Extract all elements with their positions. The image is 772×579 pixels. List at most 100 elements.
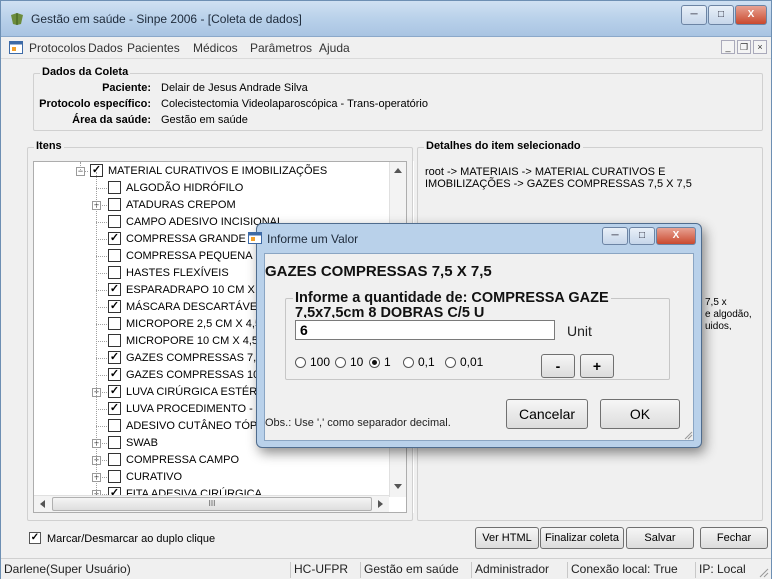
increment-button[interactable]: +	[580, 354, 614, 378]
tree-item-checkbox[interactable]: ✓	[108, 368, 121, 381]
menu-medicos[interactable]: Médicos	[193, 41, 238, 55]
mdi-close-button[interactable]: ×	[753, 40, 767, 54]
tree-guide-line	[80, 162, 81, 170]
tree-item-checkbox[interactable]	[108, 436, 121, 449]
tree-item-checkbox[interactable]: ✓	[108, 402, 121, 415]
dialog-resize-grip-icon[interactable]	[683, 430, 693, 440]
step-radio-3[interactable]	[403, 357, 414, 368]
quantity-input[interactable]	[295, 320, 555, 340]
tree-item-checkbox[interactable]: ✓	[108, 283, 121, 296]
tree-connector	[96, 307, 107, 308]
step-radio-label[interactable]: 0,01	[460, 355, 483, 369]
menu-protocolos[interactable]: Protocolos	[29, 41, 86, 55]
scroll-left-icon[interactable]	[40, 500, 45, 508]
tree-item-checkbox[interactable]	[108, 419, 121, 432]
scroll-right-icon[interactable]	[378, 500, 383, 508]
tree-item-label[interactable]: MATERIAL CURATIVOS E IMOBILIZAÇÕES	[108, 164, 327, 179]
tree-item-checkbox[interactable]	[108, 334, 121, 347]
scroll-up-icon[interactable]	[394, 168, 402, 173]
tree-item-checkbox[interactable]	[108, 198, 121, 211]
tree-item[interactable]: ALGODÃO HIDRÓFILO	[34, 180, 389, 197]
dialog-close-button[interactable]: X	[656, 227, 696, 245]
menu-parametros[interactable]: Parâmetros	[250, 41, 312, 55]
step-radio-4[interactable]	[445, 357, 456, 368]
tree-item-checkbox[interactable]	[108, 215, 121, 228]
dados-coleta-title: Dados da Coleta	[40, 66, 131, 78]
tree-connector	[96, 426, 107, 427]
unit-label: Unit	[567, 323, 592, 339]
ver-html-button[interactable]: Ver HTML	[475, 527, 539, 549]
ok-button[interactable]: OK	[600, 399, 680, 429]
tree-item-label[interactable]: HASTES FLEXÍVEIS	[126, 266, 229, 281]
tree-item-checkbox[interactable]	[108, 470, 121, 483]
step-radio-label[interactable]: 1	[384, 355, 391, 369]
tree-item-checkbox[interactable]: ✓	[108, 385, 121, 398]
tree-item-label[interactable]: MICROPORE 10 CM X 4,5 M	[126, 334, 270, 349]
tree-item-label[interactable]: GAZES COMPRESSAS 7,5 X	[126, 351, 273, 366]
tree-connector	[96, 256, 107, 257]
step-radio-1[interactable]	[335, 357, 346, 368]
tree-item-label[interactable]: COMPRESSA CAMPO	[126, 453, 239, 468]
paciente-value: Delair de Jesus Andrade Silva	[161, 82, 308, 94]
tree-item-label[interactable]: LUVA CIRÚRGICA ESTÉRIL	[126, 385, 266, 400]
tree-item-checkbox[interactable]: ✓	[108, 232, 121, 245]
tree-item-label[interactable]: CURATIVO	[126, 470, 182, 485]
tree-item-label[interactable]: ESPARADRAPO 10 CM X 4,	[126, 283, 267, 298]
step-radio-label[interactable]: 10	[350, 355, 363, 369]
detail-partial-2: e algodão,	[705, 309, 752, 320]
value-dialog: Informe um Valor ─ □ X GAZES COMPRESSAS …	[248, 223, 702, 448]
tree-connector	[96, 290, 107, 291]
mdi-minimize-button[interactable]: _	[721, 40, 735, 54]
dialog-minimize-button[interactable]: ─	[602, 227, 628, 245]
quantity-group-title-1: Informe a quantidade de: COMPRESSA GAZE	[293, 290, 611, 306]
mdi-restore-button[interactable]: ❐	[737, 40, 751, 54]
finalizar-coleta-button[interactable]: Finalizar coleta	[540, 527, 624, 549]
step-radio-label[interactable]: 100	[310, 355, 330, 369]
menu-dados[interactable]: Dados	[88, 41, 123, 55]
status-area: Gestão em saúde	[360, 562, 459, 578]
tree-item[interactable]: + ATADURAS CREPOM	[34, 197, 389, 214]
tree-horizontal-scrollbar[interactable]: III	[34, 495, 389, 512]
quantity-group-title-2: 7,5x7,5cm 8 DOBRAS C/5 U	[295, 306, 485, 318]
tree-item-checkbox[interactable]	[108, 181, 121, 194]
tree-item-label[interactable]: ADESIVO CUTÂNEO TÓPICO	[126, 419, 277, 434]
resize-grip-icon[interactable]	[758, 567, 769, 578]
tree-item-checkbox[interactable]	[108, 453, 121, 466]
scroll-down-icon[interactable]	[394, 484, 402, 489]
tree-item-label[interactable]: COMPRESSA PEQUENA	[126, 249, 253, 264]
fechar-button[interactable]: Fechar	[700, 527, 768, 549]
tree-item-checkbox[interactable]	[108, 266, 121, 279]
dblclick-checkbox[interactable]: ✓	[29, 532, 41, 544]
minimize-button[interactable]: ─	[681, 5, 707, 25]
tree-item-label[interactable]: GAZES COMPRESSAS 10 X	[126, 368, 270, 383]
tree-item-label[interactable]: ALGODÃO HIDRÓFILO	[126, 181, 243, 196]
tree-item-label[interactable]: MÁSCARA DESCARTÁVEL	[126, 300, 263, 315]
tree-item-checkbox[interactable]	[108, 249, 121, 262]
tree-item-label[interactable]: MICROPORE 2,5 CM X 4,5 M	[126, 317, 273, 332]
tree-item-checkbox[interactable]: ✓	[108, 351, 121, 364]
menu-ajuda[interactable]: Ajuda	[319, 41, 350, 55]
decrement-button[interactable]: -	[541, 354, 575, 378]
tree-item[interactable]: + CURATIVO	[34, 469, 389, 486]
salvar-button[interactable]: Salvar	[626, 527, 694, 549]
tree-item-label[interactable]: ATADURAS CREPOM	[126, 198, 236, 213]
scroll-thumb[interactable]: III	[52, 497, 372, 511]
tree-item[interactable]: + COMPRESSA CAMPO	[34, 452, 389, 469]
dialog-maximize-button[interactable]: □	[629, 227, 655, 245]
cancel-button[interactable]: Cancelar	[506, 399, 588, 429]
tree-item-label[interactable]: LUVA PROCEDIMENTO - LU	[126, 402, 270, 417]
tree-item-checkbox[interactable]	[108, 317, 121, 330]
tree-item[interactable]: − ✓ MATERIAL CURATIVOS E IMOBILIZAÇÕES	[34, 163, 389, 180]
close-button[interactable]: X	[735, 5, 767, 25]
itens-title: Itens	[34, 140, 64, 152]
dialog-heading: GAZES COMPRESSAS 7,5 X 7,5	[265, 263, 492, 280]
protocolo-value: Colecistectomia Videolaparoscópica - Tra…	[161, 98, 428, 110]
menu-pacientes[interactable]: Pacientes	[127, 41, 180, 55]
dialog-body: GAZES COMPRESSAS 7,5 X 7,5 Informe a qua…	[264, 253, 694, 441]
step-radio-0[interactable]	[295, 357, 306, 368]
tree-item-checkbox[interactable]: ✓	[108, 300, 121, 313]
step-radio-2[interactable]	[369, 357, 380, 368]
maximize-button[interactable]: □	[708, 5, 734, 25]
step-radio-label[interactable]: 0,1	[418, 355, 435, 369]
tree-item-label[interactable]: SWAB	[126, 436, 158, 451]
